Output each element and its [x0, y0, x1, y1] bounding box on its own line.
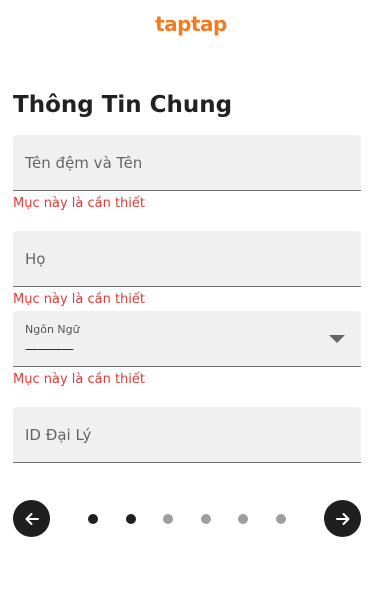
- agent-id-field[interactable]: ID Đại Lý: [13, 407, 361, 463]
- step-dot-4[interactable]: [201, 514, 211, 524]
- language-select[interactable]: Ngôn Ngữ ————: [13, 311, 361, 367]
- step-dot-2[interactable]: [126, 514, 136, 524]
- first-name-placeholder: Tên đệm và Tên: [25, 154, 143, 172]
- page-title: Thông Tin Chung: [13, 92, 233, 118]
- language-label: Ngôn Ngữ: [25, 323, 80, 336]
- step-dot-6[interactable]: [276, 514, 286, 524]
- step-pager: [13, 500, 361, 538]
- step-dot-3[interactable]: [163, 514, 173, 524]
- last-name-placeholder: Họ: [25, 250, 46, 268]
- language-value: ————: [25, 342, 74, 357]
- agent-id-placeholder: ID Đại Lý: [25, 426, 92, 444]
- step-dot-1[interactable]: [88, 514, 98, 524]
- previous-button[interactable]: [13, 500, 50, 537]
- first-name-error: Mục này là cần thiết: [13, 196, 146, 211]
- last-name-field[interactable]: Họ: [13, 231, 361, 287]
- language-error: Mục này là cần thiết: [13, 372, 146, 387]
- first-name-field[interactable]: Tên đệm và Tên: [13, 135, 361, 191]
- logo-text: taptap: [155, 12, 227, 36]
- next-button[interactable]: [324, 500, 361, 537]
- taptap-logo: taptap: [0, 10, 382, 38]
- caret-down-icon[interactable]: [329, 335, 345, 343]
- step-dot-5[interactable]: [238, 514, 248, 524]
- arrow-right-icon: [335, 512, 349, 525]
- last-name-error: Mục này là cần thiết: [13, 292, 146, 307]
- arrow-left-icon: [25, 512, 39, 525]
